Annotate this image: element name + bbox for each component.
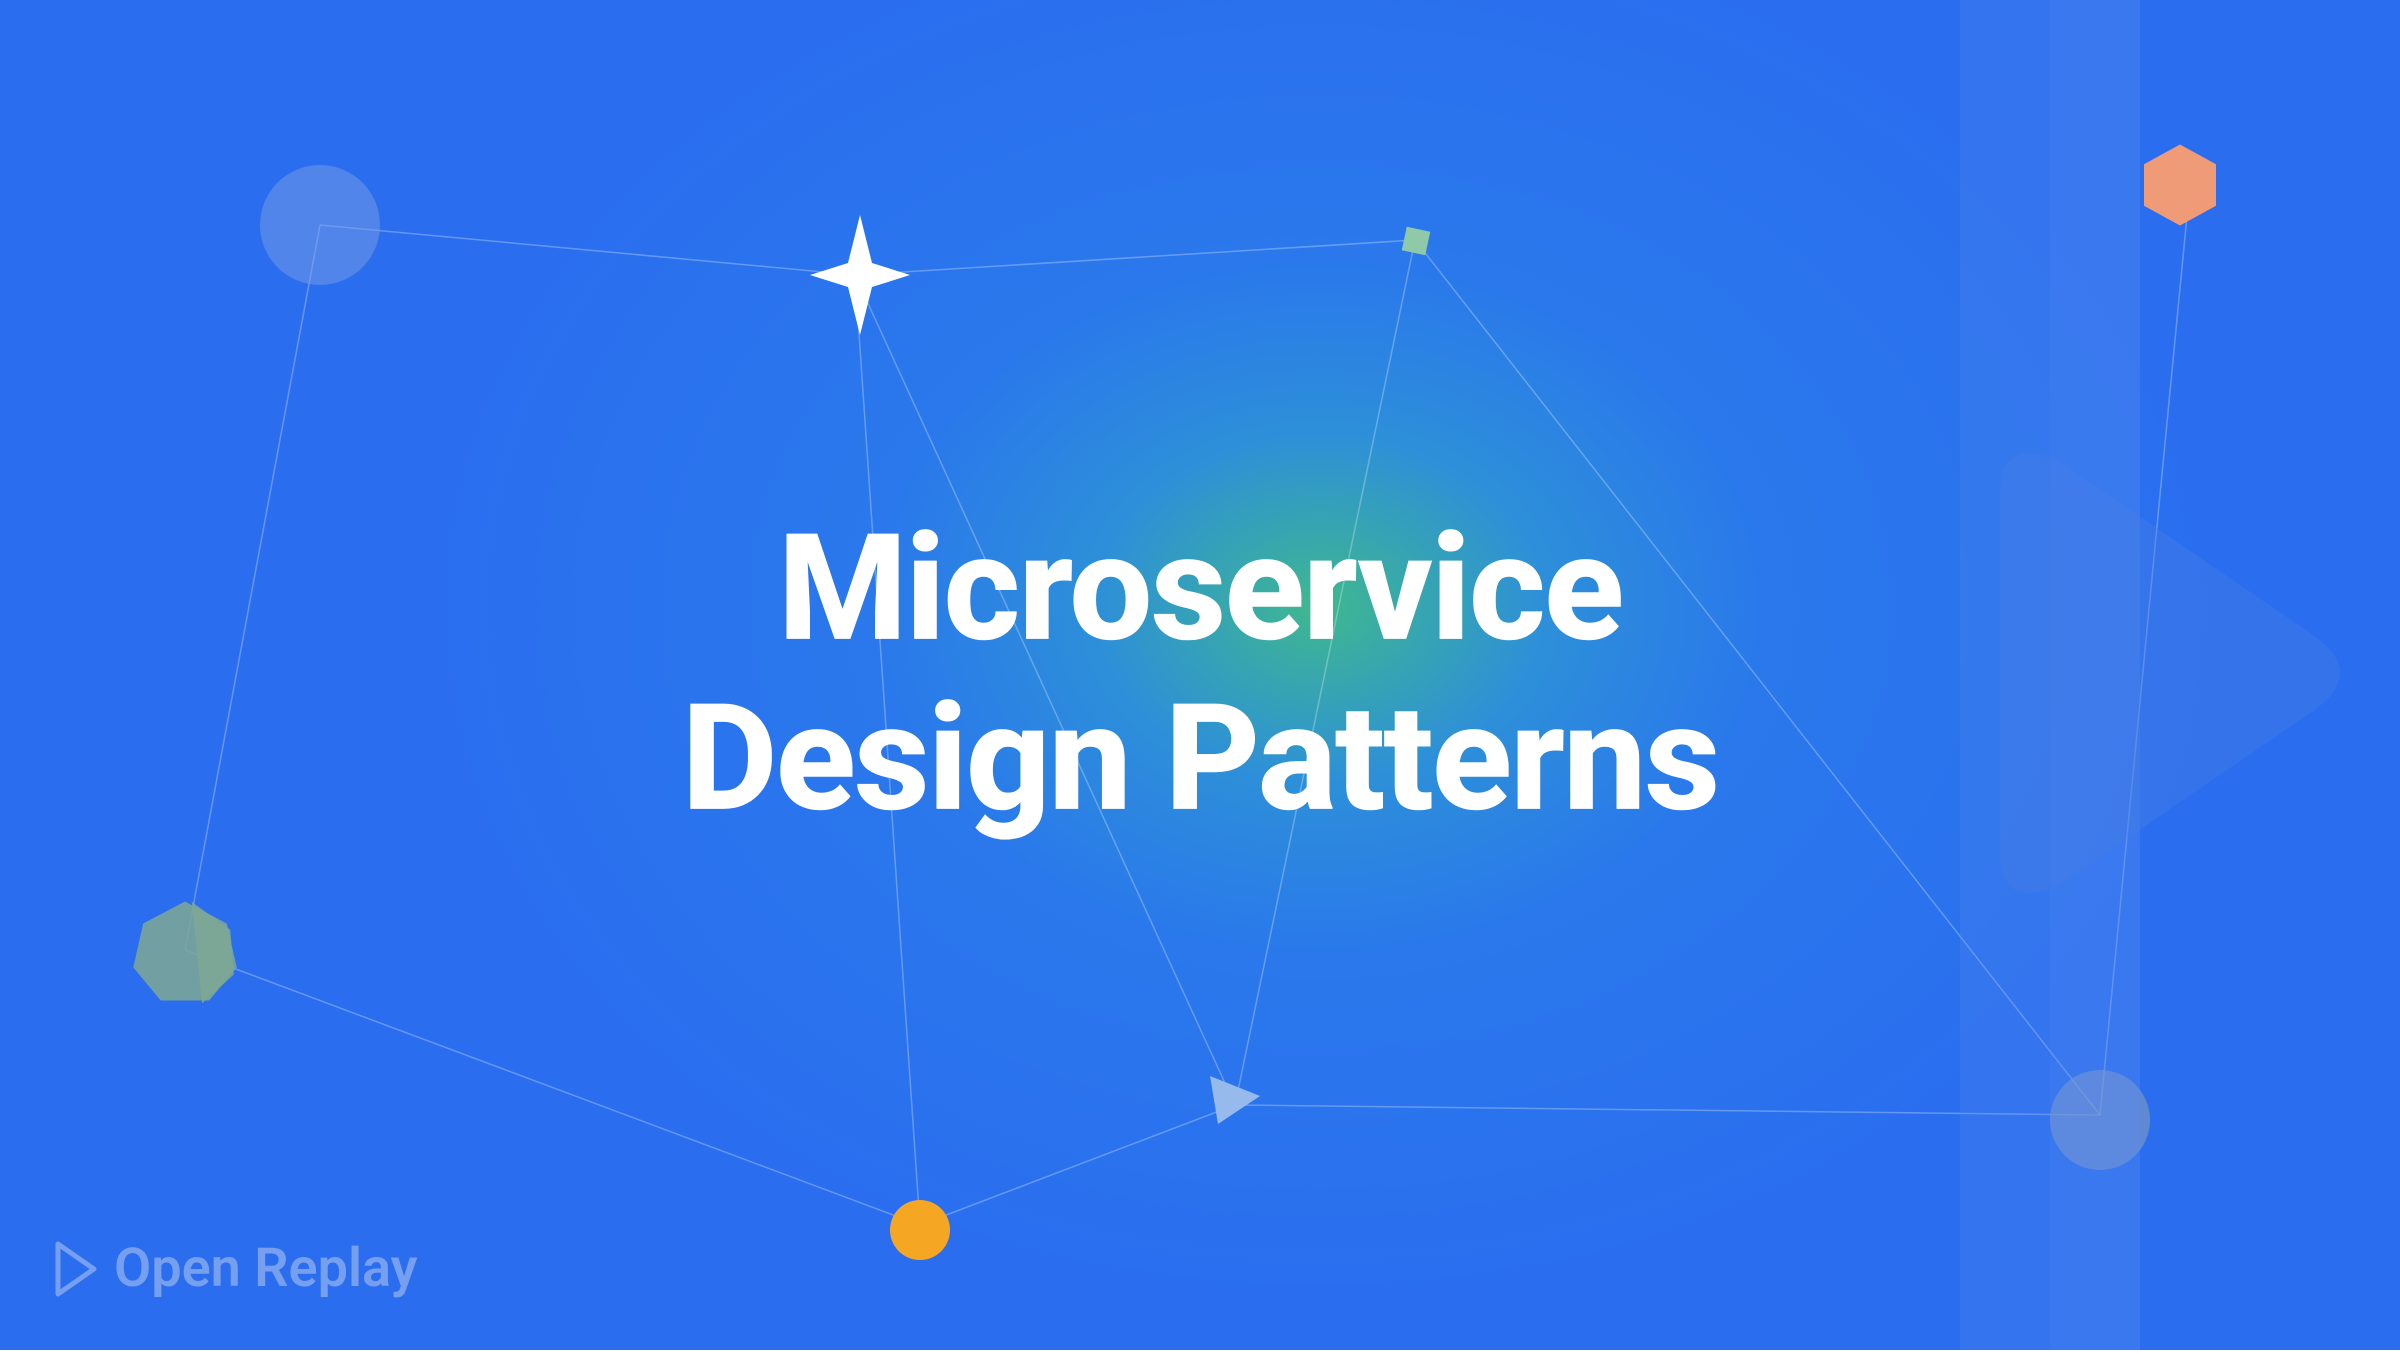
- decoration-hexagon: [2135, 140, 2225, 234]
- logo-text: Open Replay: [114, 1237, 417, 1300]
- decoration-circle-blue: [260, 165, 380, 285]
- title-line-2: Design Patterns: [682, 673, 1719, 846]
- decoration-small-square: [1400, 225, 1432, 261]
- page-title: Microservice Design Patterns: [682, 505, 1719, 845]
- decoration-small-triangle: [1200, 1066, 1270, 1140]
- title-line-1: Microservice: [778, 503, 1622, 676]
- play-icon: [50, 1240, 100, 1298]
- banner-container: Microservice Design Patterns Open Replay: [0, 0, 2400, 1350]
- decoration-circle-orange: [890, 1200, 950, 1260]
- large-play-triangle-decoration: [1970, 413, 2350, 937]
- openreplay-logo: Open Replay: [50, 1237, 417, 1300]
- decoration-heptagon: [130, 896, 240, 1010]
- decoration-star-icon: [810, 215, 910, 339]
